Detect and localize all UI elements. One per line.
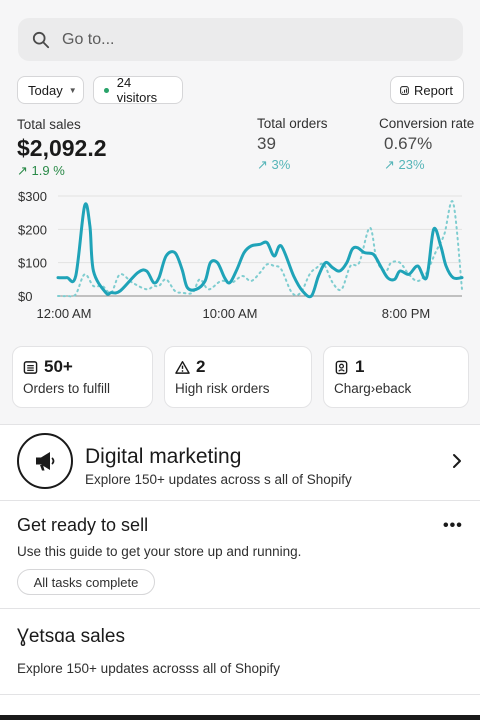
search-icon — [32, 31, 50, 48]
total-sales-value: $2,092.2 — [17, 135, 107, 161]
dashboard-summary: Go to... Today ▼ 24 visitors Report Tota… — [0, 0, 480, 424]
caret-down-icon: ▼ — [68, 85, 77, 95]
total-orders-value: 39 — [257, 134, 276, 153]
visitors-label: 24 visitors — [116, 75, 158, 105]
chargeback-label: Charg›eback — [334, 381, 412, 396]
digital-marketing-title: Digital marketing — [85, 445, 242, 468]
high-risk-orders-label: High risk orders — [175, 381, 270, 396]
live-visitors-button[interactable]: 24 visitors — [93, 75, 183, 105]
report-icon — [400, 85, 409, 95]
total-orders-label: Total orders — [257, 116, 328, 131]
chargeback-count: 1 — [355, 357, 365, 376]
search-bar[interactable]: Go to... — [18, 18, 463, 61]
total-sales-label: Total sales — [17, 117, 81, 132]
retail-sales-subtitle: Explore 150+ updates acrosss all of Shop… — [17, 661, 281, 676]
section-divider — [0, 694, 480, 695]
orders-to-fulfill-label: Orders to fulfill — [23, 381, 111, 396]
x-tick-label: 8:00 PM — [382, 306, 430, 321]
y-tick-label: $0 — [18, 289, 32, 304]
report-button[interactable]: Report — [390, 76, 464, 104]
conversion-rate-value: 0.67% — [384, 134, 433, 153]
comparison-series-line — [57, 200, 463, 298]
conversion-rate-delta: ↗ 23% — [384, 157, 425, 172]
megaphone-icon — [17, 433, 73, 489]
x-tick-label: 12:00 AM — [37, 306, 92, 321]
high-risk-orders-count: 2 — [196, 357, 206, 376]
total-sales-delta: ↗ 1.9 % — [17, 163, 65, 178]
sales-series-line — [56, 202, 464, 299]
date-range-label: Today — [28, 82, 63, 98]
report-label: Report — [413, 82, 453, 98]
conversion-rate-label: Conversion rate — [379, 116, 475, 131]
sales-line-chart: $0 $100 $200 $300 12:00 AM 10:00 AM 8:00 PM — [18, 189, 464, 321]
more-options-button[interactable]: ••• — [443, 517, 463, 535]
warning-icon — [175, 360, 190, 374]
y-tick-label: $300 — [18, 189, 47, 204]
total-orders-delta: ↗ 3% — [257, 157, 291, 172]
live-dot-icon — [104, 87, 109, 93]
section-divider — [0, 500, 480, 501]
chevron-right-icon[interactable] — [450, 452, 464, 470]
x-tick-label: 10:00 AM — [203, 306, 258, 321]
chargeback-icon — [335, 360, 348, 374]
search-input[interactable]: Go to... — [62, 31, 114, 49]
retail-sales-title: Ɣetsɑa sales — [17, 626, 125, 647]
section-divider — [0, 608, 480, 609]
digital-marketing-subtitle: Explore 150+ updates across s all of Sho… — [85, 472, 352, 487]
y-tick-label: $200 — [18, 222, 47, 237]
get-ready-title: Get ready to sell — [17, 515, 149, 535]
home-indicator-bar — [0, 715, 480, 720]
y-tick-label: $100 — [18, 256, 47, 271]
date-range-dropdown[interactable]: Today ▼ — [17, 76, 84, 104]
get-ready-subtitle: Use this guide to get your store up and … — [17, 544, 302, 559]
orders-to-fulfill-count: 50+ — [44, 357, 73, 376]
chargeback-card[interactable]: 1 Charg›eback — [323, 346, 469, 408]
high-risk-orders-card[interactable]: 2 High risk orders — [164, 346, 312, 408]
list-icon — [23, 360, 38, 374]
orders-to-fulfill-card[interactable]: 50+ Orders to fulfill — [12, 346, 153, 408]
tasks-status-badge[interactable]: All tasks complete — [17, 569, 155, 595]
